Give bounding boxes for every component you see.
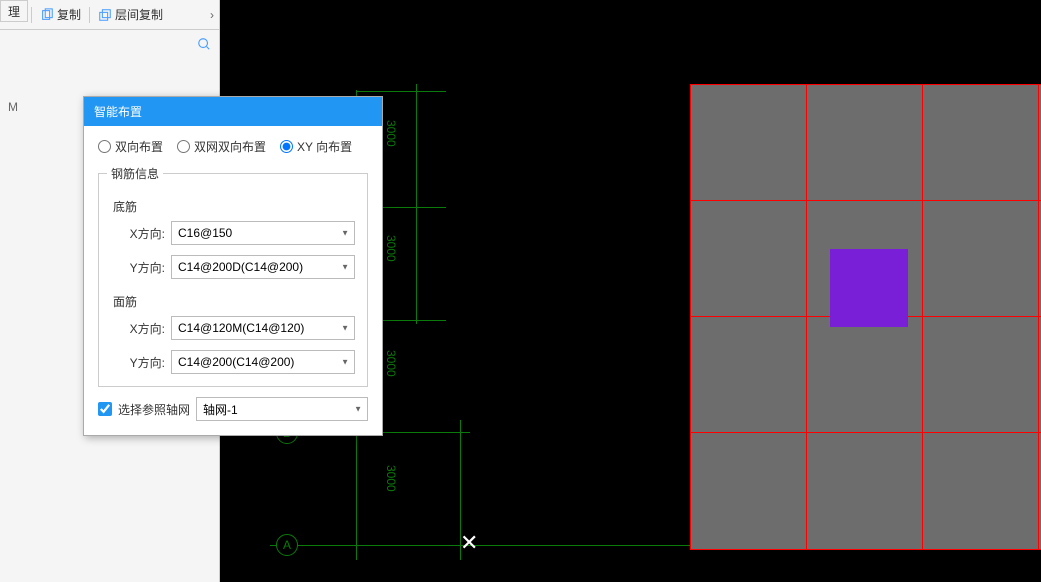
copy-button[interactable]: 复制 [34,6,87,23]
field-label: Y方向: [111,259,165,276]
slab-grid [690,84,1041,550]
axis-input[interactable] [196,397,368,421]
axis-checkbox[interactable] [98,402,112,416]
separator [31,7,32,23]
axis-line [356,91,446,92]
chevron-right-icon[interactable]: › [210,8,214,22]
dimension-label: 3000 [384,350,398,377]
top-x-combo[interactable]: ▼ [171,316,355,340]
selected-slab[interactable] [830,249,908,327]
layer-copy-icon [98,8,112,22]
fieldset-legend: 钢筋信息 [107,165,163,182]
radio-input[interactable] [177,140,190,153]
radio-double-mesh[interactable]: 双网双向布置 [177,138,266,155]
grid-line [690,549,1041,550]
copy-icon [40,8,54,22]
bottom-y-input[interactable] [171,255,355,279]
layout-mode-radios: 双向布置 双网双向布置 XY 向布置 [98,138,368,155]
bottom-x-combo[interactable]: ▼ [171,221,355,245]
label: 层间复制 [115,6,163,23]
bottom-x-input[interactable] [171,221,355,245]
axis-combo[interactable]: ▼ [196,397,368,421]
bottom-rebar-label: 底筋 [113,198,355,215]
label: 复制 [57,6,81,23]
field-label: Y方向: [111,354,165,371]
search-icon[interactable] [197,37,211,54]
radio-input[interactable] [98,140,111,153]
dimension-label: 3000 [384,465,398,492]
axis-line [416,84,417,324]
label: XY 向布置 [297,138,352,155]
label: 双网双向布置 [194,138,266,155]
bottom-y-combo[interactable]: ▼ [171,255,355,279]
dimension-label: 3000 [384,120,398,147]
grid-line [690,84,691,550]
axis-bubble-a: A [276,534,298,556]
grid-line [690,432,1041,433]
field-label: X方向: [111,225,165,242]
search-row [0,30,219,60]
bottom-y-row: Y方向: ▼ [111,255,355,279]
field-label: X方向: [111,320,165,337]
separator [89,7,90,23]
radio-xy[interactable]: XY 向布置 [280,138,352,155]
toolbar-row: 除 复制 层间复制 › [0,0,219,30]
check-label: 选择参照轴网 [118,401,190,418]
rebar-info-fieldset: 钢筋信息 底筋 X方向: ▼ Y方向: ▼ 面筋 X方向: ▼ Y方向: ▼ [98,165,368,387]
axis-reference-row: 选择参照轴网 ▼ [98,397,368,421]
tab-left[interactable]: 理 [0,0,28,22]
top-toolbar: 除 复制 层间复制 › [0,0,220,60]
grid-line [806,84,807,550]
bottom-x-row: X方向: ▼ [111,221,355,245]
radio-bidirectional[interactable]: 双向布置 [98,138,163,155]
dimension-label: 3000 [384,235,398,262]
top-y-combo[interactable]: ▼ [171,350,355,374]
dialog-body: 双向布置 双网双向布置 XY 向布置 钢筋信息 底筋 X方向: ▼ Y方向: ▼… [84,126,382,435]
radio-input[interactable] [280,140,293,153]
cursor-cross-icon: ✕ [460,530,478,556]
top-x-row: X方向: ▼ [111,316,355,340]
dialog-title[interactable]: 智能布置 [84,97,382,126]
top-rebar-label: 面筋 [113,293,355,310]
layer-copy-button[interactable]: 层间复制 [92,6,169,23]
top-y-input[interactable] [171,350,355,374]
label: 双向布置 [115,138,163,155]
grid-line [690,200,1041,201]
grid-line [922,84,923,550]
top-y-row: Y方向: ▼ [111,350,355,374]
grid-line [1038,84,1039,550]
smart-layout-dialog: 智能布置 双向布置 双网双向布置 XY 向布置 钢筋信息 底筋 X方向: ▼ Y… [83,96,383,436]
top-x-input[interactable] [171,316,355,340]
grid-line [690,84,1041,85]
